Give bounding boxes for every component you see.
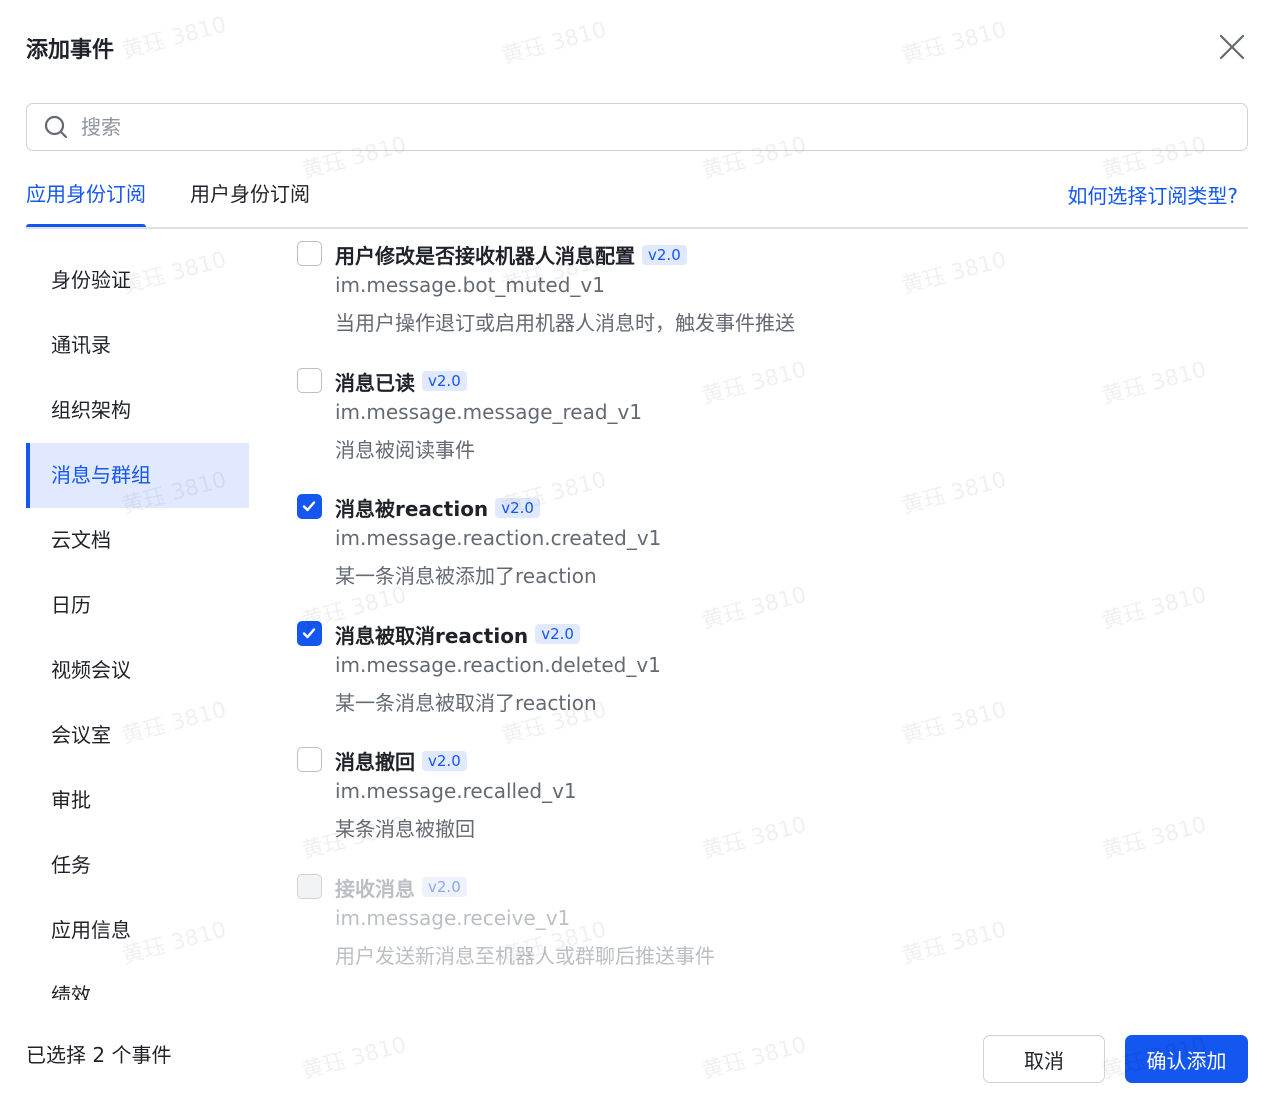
search-box — [26, 103, 1248, 151]
sidebar-item[interactable]: 审批 — [26, 768, 249, 833]
search-icon — [44, 115, 68, 139]
event-list[interactable]: 用户修改是否接收机器人消息配置 v2.0 im.message.bot_muted… — [280, 229, 1248, 1010]
event-code: im.message.reaction.created_v1 — [335, 526, 662, 550]
event-description: 消息被阅读事件 — [335, 437, 475, 462]
event-checkbox[interactable] — [297, 620, 322, 646]
version-badge: v2.0 — [422, 750, 467, 771]
event-checkbox[interactable] — [297, 367, 322, 393]
event-title-row: 消息被reaction v2.0 — [335, 493, 540, 522]
event-title-row: 消息已读 v2.0 — [335, 367, 467, 396]
event-checkbox[interactable] — [297, 494, 322, 519]
check-icon — [302, 501, 316, 512]
event-code: im.message.receive_v1 — [335, 905, 571, 930]
sidebar-item[interactable]: 视频会议 — [26, 638, 249, 703]
event-checkbox[interactable] — [297, 873, 322, 899]
event-code: im.message.reaction.deleted_v1 — [335, 652, 661, 677]
sidebar-item[interactable]: 绩效 — [26, 963, 249, 1000]
sidebar-item[interactable]: 应用信息 — [26, 898, 249, 963]
confirm-add-button[interactable]: 确认添加 — [1125, 1035, 1248, 1083]
event-description: 当用户操作退订或启用机器人消息时，触发事件推送 — [335, 311, 795, 335]
check-icon — [302, 627, 316, 638]
event-title: 接收消息 — [335, 876, 415, 901]
sidebar-item[interactable]: 身份验证 — [26, 248, 249, 313]
event-title: 消息撤回 — [335, 750, 415, 774]
event-description: 某条消息被撤回 — [335, 817, 475, 841]
version-badge: v2.0 — [642, 244, 687, 265]
event-code: im.message.bot_muted_v1 — [335, 273, 605, 297]
version-badge: v2.0 — [495, 497, 540, 518]
event-title-row: 用户修改是否接收机器人消息配置 v2.0 — [335, 240, 687, 269]
selected-count: 已选择 2 个事件 — [26, 1043, 172, 1067]
category-sidebar: 身份验证 通讯录 组织架构 消息与群组 云文档 日历 视频会议 会议室 审批 任务 应用信息 绩效 — [26, 248, 249, 1000]
version-badge: v2.0 — [422, 877, 467, 897]
watermark: 黄珏 3810 — [499, 17, 610, 70]
event-description: 某一条消息被添加了reaction — [335, 564, 597, 588]
event-checkbox[interactable] — [297, 747, 322, 772]
tab-app-identity[interactable]: 应用身份订阅 — [26, 178, 146, 228]
tab-user-identity[interactable]: 用户身份订阅 — [190, 178, 310, 228]
subscription-tabs: 应用身份订阅 用户身份订阅 — [26, 178, 310, 228]
sidebar-item[interactable]: 会议室 — [26, 703, 249, 768]
event-title: 消息被reaction — [335, 497, 489, 521]
sidebar-item[interactable]: 云文档 — [26, 508, 249, 573]
close-button[interactable] — [1218, 33, 1246, 61]
version-badge: v2.0 — [535, 624, 580, 644]
watermark: 黄珏 3810 — [899, 17, 1010, 70]
watermark: 黄珏 3810 — [119, 12, 230, 65]
watermark: 黄珏 3810 — [699, 1032, 810, 1085]
event-code: im.message.message_read_v1 — [335, 399, 643, 424]
sidebar-item[interactable]: 组织架构 — [26, 378, 249, 443]
event-title-row: 消息被取消reaction v2.0 — [335, 620, 580, 649]
sidebar-item[interactable]: 通讯录 — [26, 313, 249, 378]
event-title: 用户修改是否接收机器人消息配置 — [335, 244, 635, 268]
event-title: 消息已读 — [335, 370, 415, 395]
event-description: 某一条消息被取消了reaction — [335, 690, 597, 715]
cancel-button[interactable]: 取消 — [983, 1035, 1105, 1083]
event-title-row: 接收消息 v2.0 — [335, 873, 467, 902]
sidebar-item[interactable]: 任务 — [26, 833, 249, 898]
watermark: 黄珏 3810 — [299, 1032, 410, 1085]
event-title-row: 消息撤回 v2.0 — [335, 746, 467, 775]
search-input[interactable] — [81, 115, 1247, 139]
dialog-title: 添加事件 — [26, 38, 115, 63]
sidebar-item[interactable]: 消息与群组 — [26, 443, 249, 508]
version-badge: v2.0 — [422, 371, 467, 391]
help-link[interactable]: 如何选择订阅类型? — [1067, 180, 1238, 209]
event-description: 用户发送新消息至机器人或群聊后推送事件 — [335, 943, 715, 968]
event-title: 消息被取消reaction — [335, 623, 529, 648]
close-icon — [1219, 34, 1245, 60]
event-code: im.message.recalled_v1 — [335, 779, 577, 803]
sidebar-item[interactable]: 日历 — [26, 573, 249, 638]
event-checkbox[interactable] — [297, 241, 322, 266]
